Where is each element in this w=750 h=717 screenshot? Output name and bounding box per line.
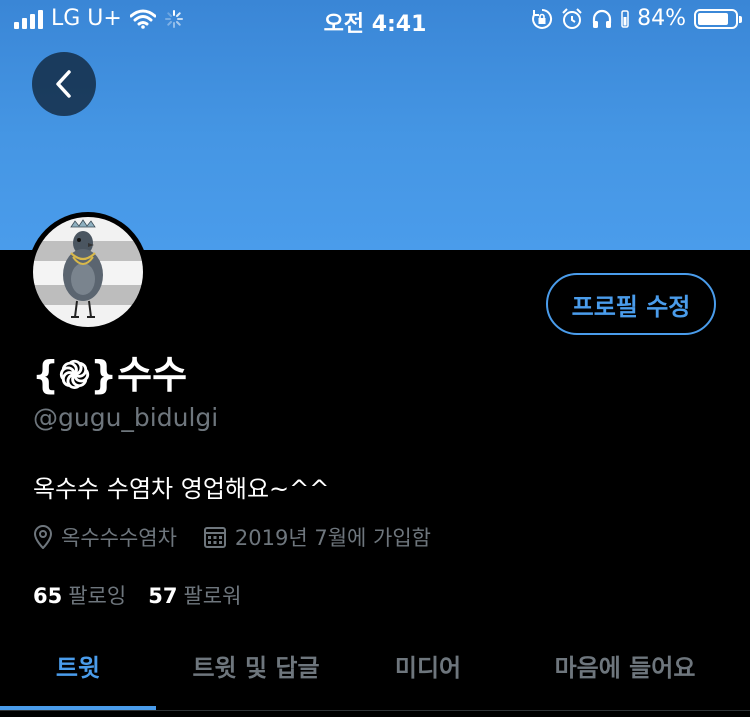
tabs-divider bbox=[0, 710, 750, 711]
profile-bio: 옥수수 수염차 영업해요~^^ bbox=[33, 475, 330, 503]
location-pin-icon bbox=[33, 525, 53, 549]
joined-item: 2019년 7월에 가입함 bbox=[203, 522, 431, 552]
tab-tweets[interactable]: 트윗 bbox=[0, 648, 156, 683]
battery-icon bbox=[694, 8, 742, 29]
tab-likes[interactable]: 마음에 들어요 bbox=[500, 648, 750, 683]
alarm-icon bbox=[562, 7, 582, 29]
profile-tabs: 트윗 트윗 및 답글 미디어 마음에 들어요 bbox=[0, 630, 750, 717]
followers-count: 57 bbox=[148, 584, 178, 608]
edit-profile-button[interactable]: 프로필 수정 bbox=[546, 273, 716, 335]
rotation-lock-icon bbox=[532, 8, 553, 29]
followers-label: 팔로워 bbox=[183, 584, 242, 608]
back-button[interactable] bbox=[32, 52, 96, 116]
profile-meta: 옥수수수염차 2019년 7월에 가입함 bbox=[33, 522, 457, 552]
avatar[interactable] bbox=[28, 212, 148, 332]
chevron-left-icon bbox=[56, 70, 71, 98]
battery-percent: 84% bbox=[637, 6, 686, 31]
following-count: 65 bbox=[33, 584, 63, 608]
follow-stats: 65 팔로잉 57 팔로워 bbox=[33, 580, 241, 610]
tab-media[interactable]: 미디어 bbox=[356, 648, 500, 683]
followers-link[interactable]: 57 팔로워 bbox=[148, 580, 241, 610]
pigeon-avatar-image bbox=[63, 219, 103, 318]
location-item: 옥수수수염차 bbox=[33, 522, 177, 552]
calendar-icon bbox=[203, 527, 226, 548]
headphones-icon bbox=[592, 9, 612, 28]
following-label: 팔로잉 bbox=[68, 584, 127, 608]
display-name: {֎}수수 bbox=[32, 353, 188, 397]
charging-small-icon bbox=[621, 9, 629, 28]
tab-tweets-and-replies[interactable]: 트윗 및 답글 bbox=[156, 648, 356, 683]
location-text: 옥수수수염차 bbox=[61, 526, 177, 550]
user-handle: @gugu_bidulgi bbox=[33, 403, 219, 432]
following-link[interactable]: 65 팔로잉 bbox=[33, 580, 126, 610]
joined-text: 2019년 7월에 가입함 bbox=[234, 526, 431, 550]
status-bar: LG U+ 오전 4:41 84% bbox=[0, 0, 750, 40]
